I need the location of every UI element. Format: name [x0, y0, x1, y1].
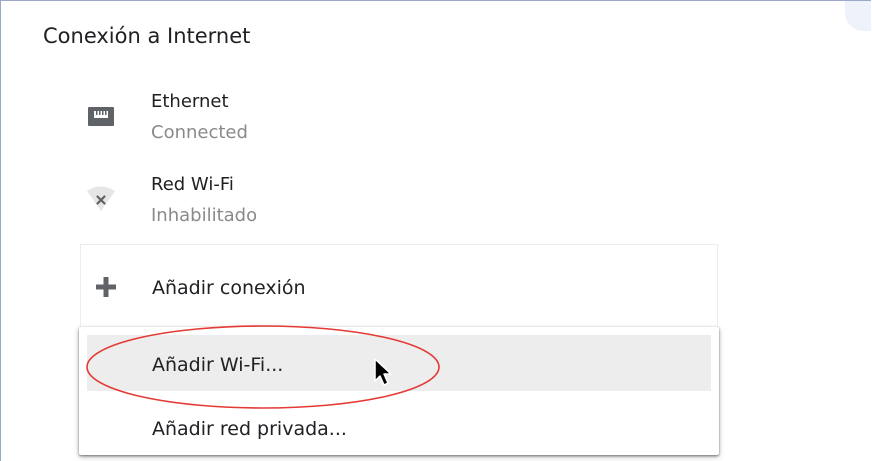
corner-tab [845, 1, 871, 31]
network-name: Ethernet [151, 91, 229, 112]
menu-item-label: Añadir red privada... [152, 418, 347, 440]
ethernet-icon [88, 107, 114, 126]
plus-icon [96, 277, 116, 297]
network-status: Connected [151, 122, 248, 143]
network-status: Inhabilitado [151, 205, 258, 226]
add-connection-label: Añadir conexión [152, 277, 306, 299]
mouse-cursor-icon [374, 358, 392, 386]
menu-item-add-private-network[interactable]: Añadir red privada... [87, 399, 711, 455]
settings-panel: Conexión a Internet Ethernet Connected R… [0, 0, 871, 461]
menu-item-label: Añadir Wi-Fi... [152, 354, 284, 376]
wifi-off-icon [87, 186, 115, 211]
section-title: Conexión a Internet [43, 24, 251, 48]
menu-item-add-wifi[interactable]: Añadir Wi-Fi... [87, 335, 711, 391]
network-name: Red Wi-Fi [151, 174, 234, 195]
add-connection-menu: Añadir Wi-Fi... Añadir red privada... [79, 327, 719, 455]
add-connection-button[interactable]: Añadir conexión [80, 244, 718, 328]
network-row-ethernet[interactable]: Ethernet Connected [87, 91, 487, 173]
